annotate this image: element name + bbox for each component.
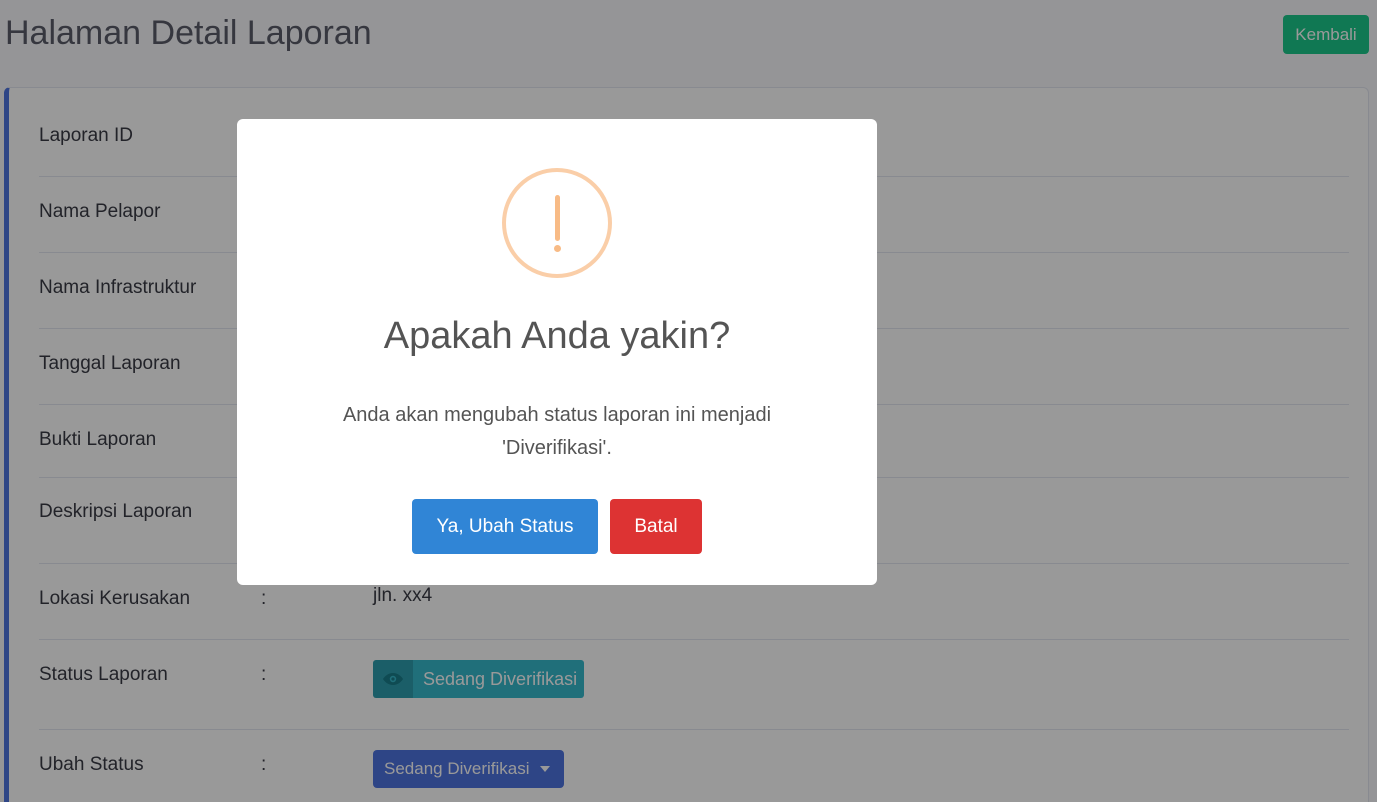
modal-text-line-1: Anda akan mengubah status laporan ini me… <box>342 404 772 426</box>
modal-text: Anda akan mengubah status laporan ini me… <box>297 399 817 465</box>
cancel-button[interactable]: Batal <box>610 499 702 554</box>
confirm-dialog: Apakah Anda yakin? Anda akan mengubah st… <box>237 119 877 585</box>
warning-icon <box>502 168 612 278</box>
modal-text-line-2: 'Diverifikasi'. <box>502 437 612 459</box>
modal-title: Apakah Anda yakin? <box>383 315 731 357</box>
confirm-button[interactable]: Ya, Ubah Status <box>412 499 598 554</box>
